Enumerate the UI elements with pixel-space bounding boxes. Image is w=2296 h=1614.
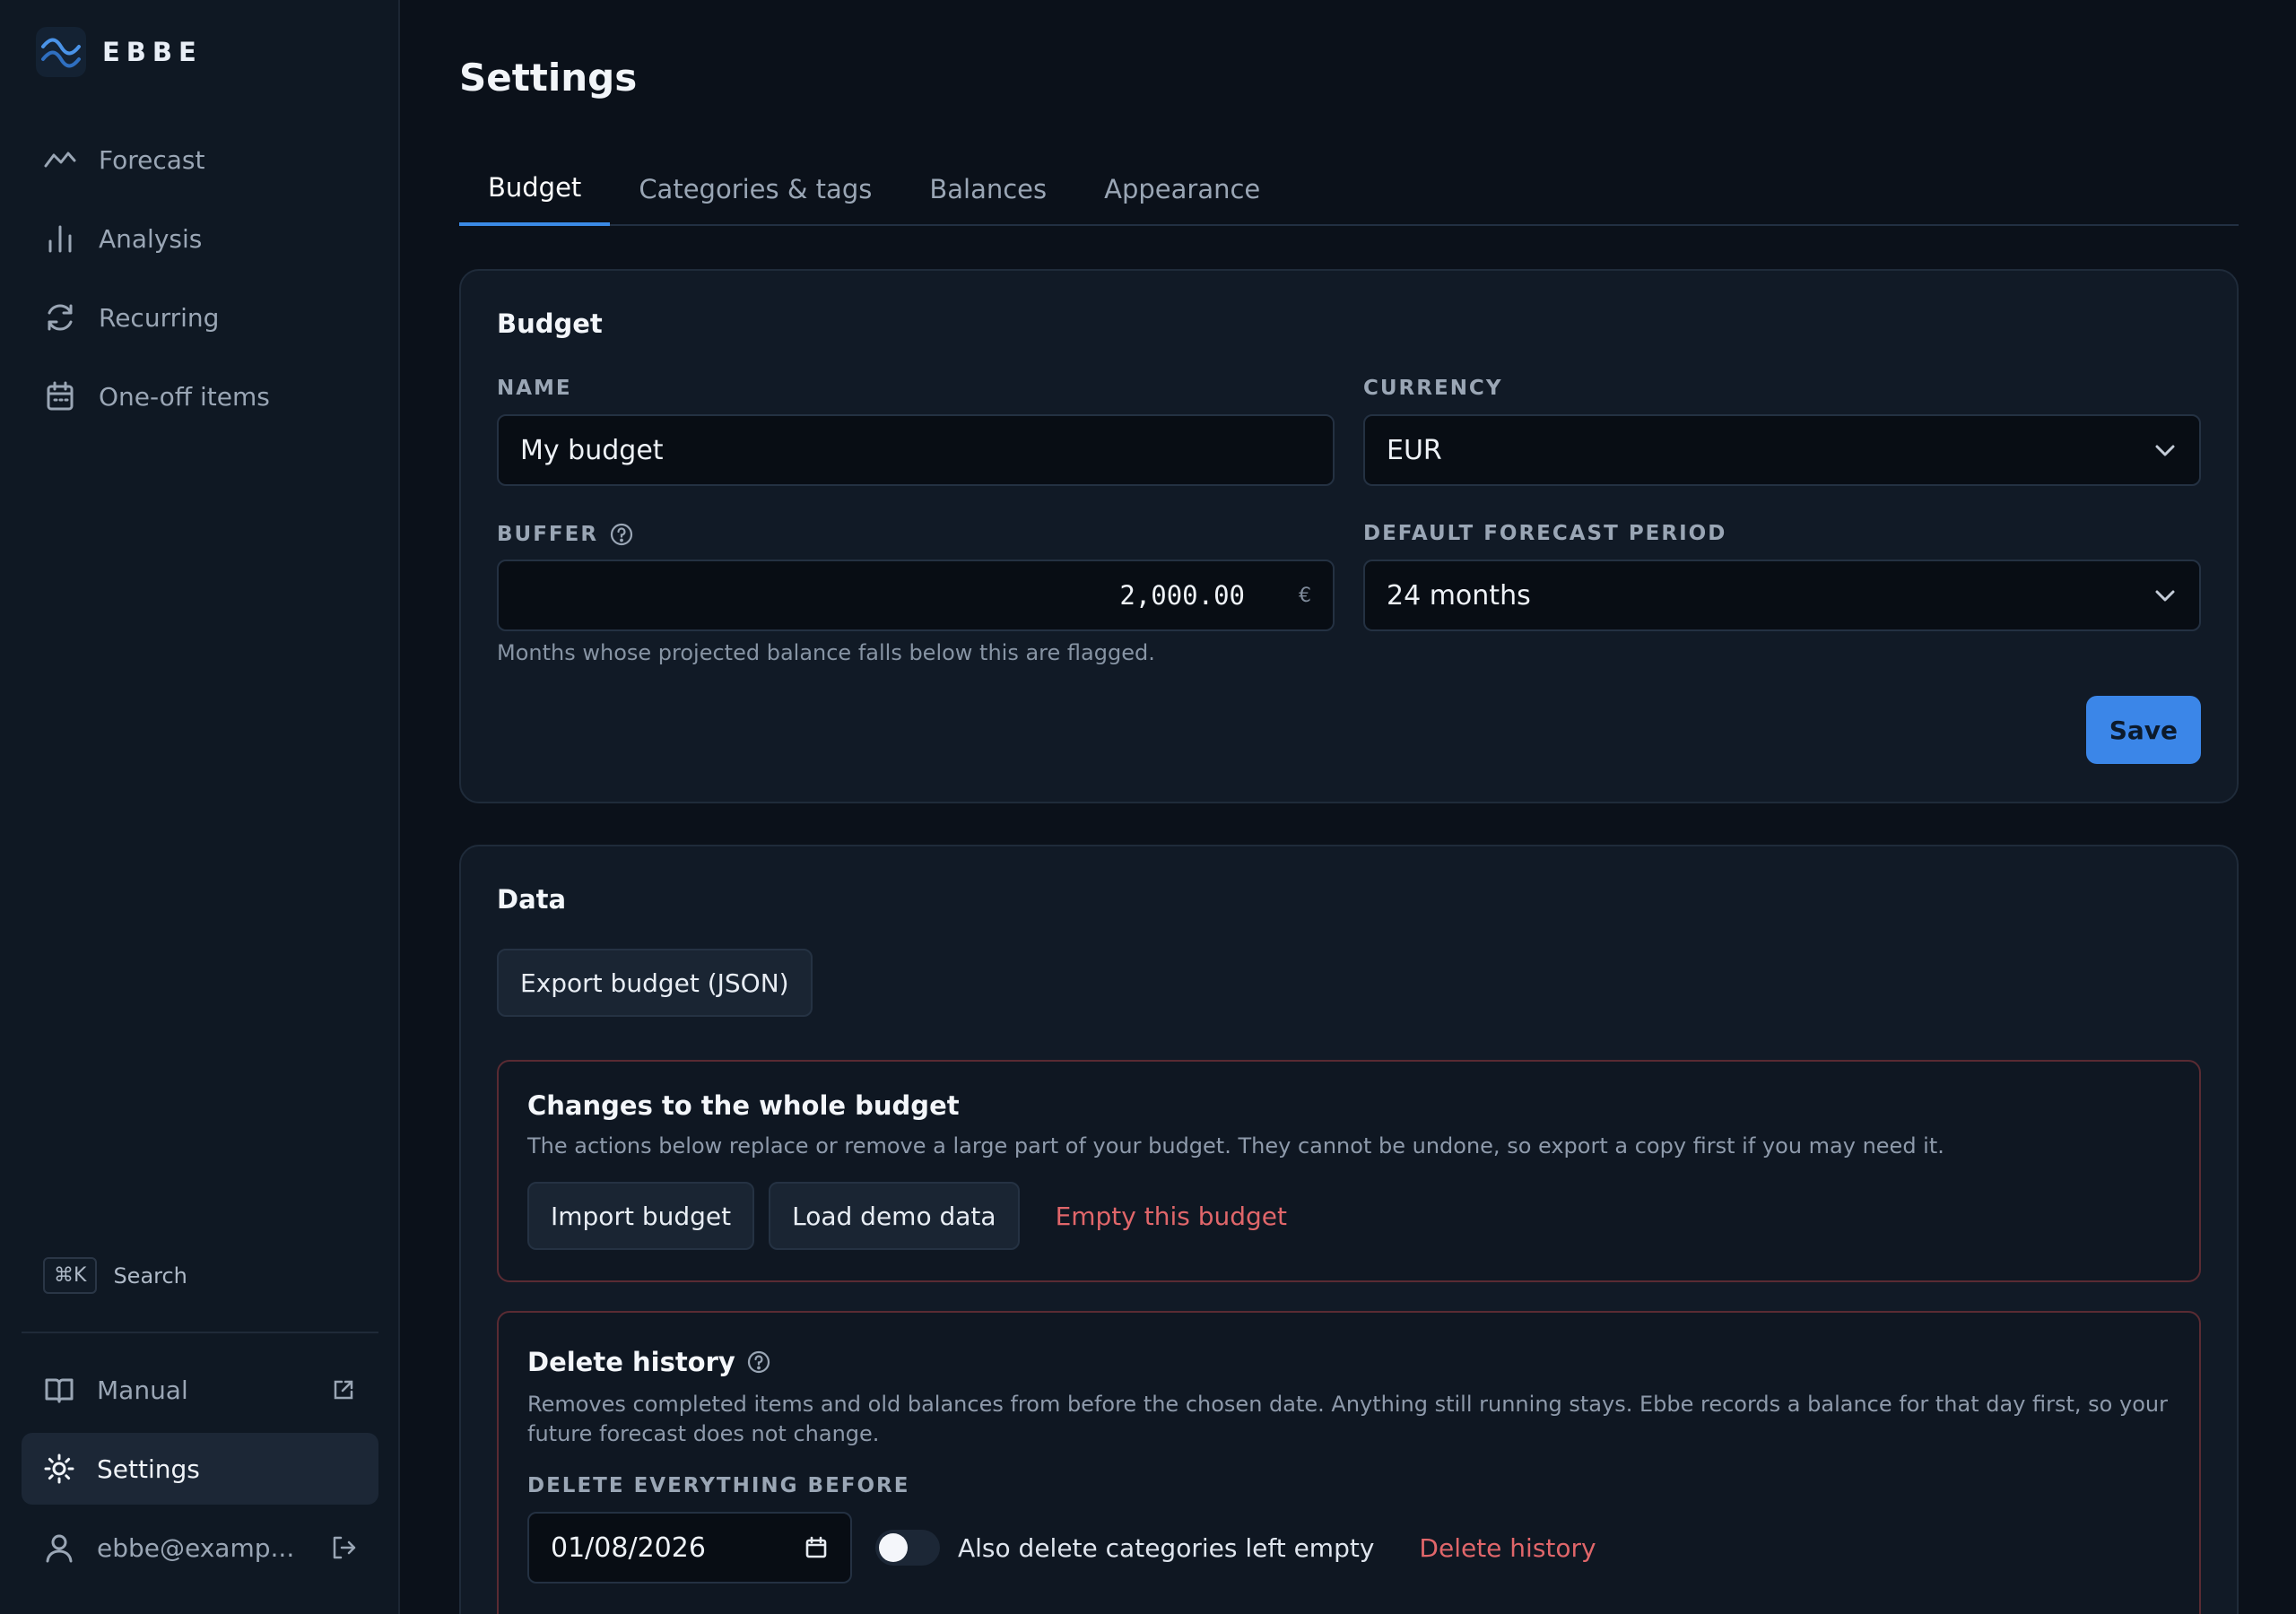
data-card-title: Data xyxy=(497,884,567,915)
search-label: Search xyxy=(113,1263,187,1289)
name-label-text: NAME xyxy=(497,377,572,400)
search-shortcut: ⌘K xyxy=(43,1257,98,1294)
buffer-value: 2,000.00 xyxy=(1119,580,1245,611)
whole-budget-title: Changes to the whole budget xyxy=(527,1090,960,1121)
whole-budget-title-text: Changes to the whole budget xyxy=(527,1090,960,1121)
chevron-down-icon xyxy=(2155,445,2175,456)
nav-label-forecast: Forecast xyxy=(99,144,205,175)
refresh-icon xyxy=(48,304,73,331)
delete-before-date-input[interactable]: 01/08/2026 xyxy=(527,1512,852,1584)
save-button[interactable]: Save xyxy=(2085,696,2201,764)
nav-item-one-off[interactable]: One-off items xyxy=(22,360,378,432)
help-circle-icon[interactable] xyxy=(609,522,634,547)
currency-select[interactable]: EUR xyxy=(1363,414,2201,486)
delete-history-box: Delete history Removes completed items a… xyxy=(497,1311,2201,1614)
delete-empty-categories-label: Also delete categories left empty xyxy=(958,1532,1375,1563)
buffer-label: BUFFER xyxy=(497,522,634,547)
nav-label-settings: Settings xyxy=(97,1453,200,1484)
bottom-nav: Manual Settings ebbe@examp... xyxy=(22,1354,378,1591)
forecast-period-select[interactable]: 24 months xyxy=(1363,560,2201,631)
tab-budget[interactable]: Budget xyxy=(459,152,611,226)
buffer-hint: Months whose projected balance falls bel… xyxy=(497,640,1155,665)
bar-chart-icon xyxy=(48,225,72,253)
delete-history-button[interactable]: Delete history xyxy=(1419,1533,1596,1563)
whole-budget-box: Changes to the whole budget The actions … xyxy=(497,1060,2201,1282)
tab-balances[interactable]: Balances xyxy=(900,152,1075,226)
import-budget-button[interactable]: Import budget xyxy=(527,1182,755,1250)
search-trigger[interactable]: ⌘K Search xyxy=(43,1257,187,1294)
calendar-icon[interactable] xyxy=(804,1535,829,1560)
help-circle-icon[interactable] xyxy=(746,1349,771,1375)
chevron-down-icon xyxy=(2155,590,2175,602)
name-label: NAME xyxy=(497,377,572,400)
nav-item-manual[interactable]: Manual xyxy=(22,1354,378,1426)
data-card: Data Export budget (JSON) Changes to the… xyxy=(459,845,2239,1614)
nav-item-analysis[interactable]: Analysis xyxy=(22,203,378,274)
main-nav: Forecast Analysis Recurring One-off item… xyxy=(22,124,378,439)
whole-budget-desc: The actions below replace or remove a la… xyxy=(527,1133,1944,1158)
sidebar-divider xyxy=(22,1332,378,1333)
buffer-label-text: BUFFER xyxy=(497,523,599,546)
whole-budget-actions: Import budget Load demo data Empty this … xyxy=(527,1182,1287,1250)
tab-categories-tags[interactable]: Categories & tags xyxy=(610,152,900,226)
period-label: DEFAULT FORECAST PERIOD xyxy=(1363,522,1726,545)
book-icon xyxy=(45,1378,74,1403)
account-item[interactable]: ebbe@examp... xyxy=(22,1512,378,1584)
nav-label-manual: Manual xyxy=(97,1375,188,1405)
external-link-icon xyxy=(334,1380,353,1400)
load-demo-data-button[interactable]: Load demo data xyxy=(769,1182,1020,1250)
toggle-knob xyxy=(879,1533,908,1562)
delete-history-title-text: Delete history xyxy=(527,1347,735,1377)
delete-history-title: Delete history xyxy=(527,1347,771,1377)
budget-card-title: Budget xyxy=(497,308,603,339)
currency-value: EUR xyxy=(1387,434,1442,466)
delete-history-controls: 01/08/2026 Also delete categories left e… xyxy=(527,1512,1596,1584)
empty-budget-button[interactable]: Empty this budget xyxy=(1056,1202,1287,1231)
nav-item-settings[interactable]: Settings xyxy=(22,1433,378,1505)
forecast-period-value: 24 months xyxy=(1387,579,1531,612)
tab-appearance[interactable]: Appearance xyxy=(1075,152,1289,226)
period-label-text: DEFAULT FORECAST PERIOD xyxy=(1363,522,1727,545)
nav-label-recurring: Recurring xyxy=(99,302,220,333)
currency-label: CURRENCY xyxy=(1363,377,1502,400)
calendar-icon xyxy=(47,381,74,411)
budget-name-value: My budget xyxy=(520,434,664,466)
export-budget-button[interactable]: Export budget (JSON) xyxy=(497,949,813,1017)
delete-history-desc: Removes completed items and old balances… xyxy=(527,1392,2168,1446)
nav-label-analysis: Analysis xyxy=(99,223,203,254)
currency-label-text: CURRENCY xyxy=(1363,377,1503,400)
delete-before-label: DELETE EVERYTHING BEFORE xyxy=(527,1474,909,1497)
nav-item-recurring[interactable]: Recurring xyxy=(22,282,378,353)
buffer-currency-suffix: € xyxy=(1299,584,1311,607)
trend-line-icon xyxy=(44,152,76,168)
brand-name: EBBE xyxy=(102,37,203,67)
page-title: Settings xyxy=(459,56,638,100)
delete-before-label-text: DELETE EVERYTHING BEFORE xyxy=(527,1474,910,1497)
settings-tabs: Budget Categories & tags Balances Appear… xyxy=(459,152,2239,226)
nav-item-forecast[interactable]: Forecast xyxy=(22,124,378,195)
wave-logo-icon xyxy=(36,27,86,77)
budget-name-input[interactable]: My budget xyxy=(497,414,1335,486)
logout-icon[interactable] xyxy=(330,1534,357,1561)
sun-gear-icon xyxy=(44,1453,74,1484)
budget-card: Budget NAME My budget CURRENCY EUR BUFFE… xyxy=(459,269,2239,803)
delete-empty-categories-toggle[interactable] xyxy=(875,1530,940,1566)
nav-label-one-off: One-off items xyxy=(99,381,270,412)
account-email: ebbe@examp... xyxy=(97,1532,295,1563)
brand[interactable]: EBBE xyxy=(36,27,203,77)
user-icon xyxy=(46,1534,73,1563)
delete-before-date-value: 01/08/2026 xyxy=(551,1532,706,1564)
sidebar: EBBE Forecast Analysis Recurring One-off… xyxy=(0,0,400,1614)
buffer-input[interactable]: 2,000.00 € xyxy=(497,560,1335,631)
